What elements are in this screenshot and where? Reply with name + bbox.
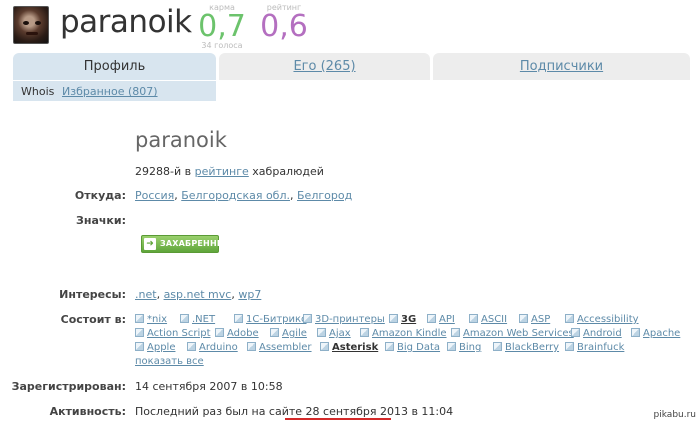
hub-icon <box>317 328 326 337</box>
hub-icon <box>389 314 398 323</box>
karma-metric: карма 0,7 34 голоса <box>198 3 246 50</box>
rank-prefix: 29288-й в <box>135 165 192 178</box>
from-region-link[interactable]: Белгородская обл. <box>181 189 290 202</box>
interest-link[interactable]: wp7 <box>238 288 261 301</box>
activity-date: 28 сентября 2013 в 11:04 <box>305 405 454 418</box>
tab-subscribers[interactable]: Подписчики <box>433 53 690 80</box>
tab-profile[interactable]: Профиль <box>13 53 216 80</box>
highlight-underline <box>285 418 391 420</box>
hub-item[interactable]: Adobe <box>215 327 259 341</box>
hub-icon <box>135 328 144 337</box>
interests-label: Интересы: <box>59 288 126 301</box>
badge-text: ЗАХАБРЕННЫЙ <box>160 239 233 248</box>
hub-icon <box>631 328 640 337</box>
hub-item[interactable]: 3G <box>389 313 416 327</box>
hub-icon <box>360 328 369 337</box>
hub-icon <box>493 342 502 351</box>
hub-icon <box>320 342 329 351</box>
hub-item[interactable]: Apache <box>631 327 680 341</box>
activity-prefix: Последний раз был на сайте <box>135 405 303 418</box>
hub-item[interactable]: .NET <box>180 313 215 327</box>
hub-icon <box>247 342 256 351</box>
hub-item[interactable]: ASCII <box>469 313 507 327</box>
hub-icon <box>135 342 144 351</box>
hub-item[interactable]: Apple <box>135 341 175 355</box>
profile-subtabs: Whois Избранное (807) <box>13 81 216 101</box>
hub-icon <box>565 342 574 351</box>
avatar[interactable] <box>13 6 49 44</box>
from-label: Откуда: <box>74 189 126 202</box>
member-of-label: Состоит в: <box>60 313 126 326</box>
badge-zahabrenny[interactable]: ➜ ЗАХАБРЕННЫЙ <box>141 235 232 253</box>
interest-link[interactable]: asp.net mvc <box>164 288 232 301</box>
hub-item[interactable]: 3D-принтеры <box>303 313 385 327</box>
hub-icon <box>135 314 144 323</box>
tab-his-posts[interactable]: Его (265) <box>219 53 430 80</box>
interest-link[interactable]: .net <box>135 288 157 301</box>
hub-icon <box>180 314 189 323</box>
hub-item[interactable]: Asterisk <box>320 341 378 355</box>
hub-item[interactable]: Big Data <box>385 341 440 355</box>
hub-item[interactable]: Assembler <box>247 341 312 355</box>
hub-icon <box>187 342 196 351</box>
hub-icon <box>447 342 456 351</box>
activity-value: Последний раз был на сайте 28 сентября 2… <box>135 405 453 418</box>
from-city-link[interactable]: Белгород <box>297 189 352 202</box>
hub-icon <box>565 314 574 323</box>
registered-value: 14 сентября 2007 в 10:58 <box>135 380 283 393</box>
hub-item[interactable]: Action Script <box>135 327 211 341</box>
rating-link[interactable]: рейтинге <box>195 165 249 178</box>
rating-value: 0,6 <box>260 9 308 44</box>
hub-icon <box>519 314 528 323</box>
hub-item[interactable]: Amazon Web Services <box>451 327 574 341</box>
hub-item[interactable]: Accessibility <box>565 313 639 327</box>
avatar-eye-right <box>35 21 41 25</box>
profile-tabs: Профиль Его (265) Подписчики <box>13 53 690 81</box>
karma-votes: 34 голоса <box>201 41 243 50</box>
subtab-favorites[interactable]: Избранное (807) <box>62 85 158 98</box>
arrow-right-icon: ➜ <box>144 238 156 250</box>
activity-label: Активность: <box>49 405 126 418</box>
avatar-mouth <box>26 32 38 35</box>
hub-item[interactable]: Android <box>571 327 622 341</box>
hub-icon <box>385 342 394 351</box>
karma-value: 0,7 <box>198 9 246 44</box>
hub-icon <box>451 328 460 337</box>
hub-icon <box>303 314 312 323</box>
hub-item[interactable]: 1С-Битрикс <box>234 313 307 327</box>
registered-label: Зарегистрирован: <box>11 380 126 393</box>
hub-item[interactable]: ASP <box>519 313 550 327</box>
hub-item[interactable]: *nix <box>135 313 167 327</box>
hub-icon <box>469 314 478 323</box>
profile-name: paranoik <box>135 128 227 152</box>
hub-item[interactable]: API <box>427 313 455 327</box>
hub-icon <box>571 328 580 337</box>
badges-label: Значки: <box>76 214 126 227</box>
hub-item[interactable]: Agile <box>270 327 307 341</box>
interests-value: .net, asp.net mvc, wp7 <box>135 288 262 301</box>
subtab-whois[interactable]: Whois <box>21 85 54 98</box>
rank-line: 29288-й в рейтинге хабралюдей <box>135 165 324 178</box>
hub-icon <box>234 314 243 323</box>
rating-metric: рейтинг 0,6 <box>258 3 310 42</box>
hub-item[interactable]: Brainfuck <box>565 341 624 355</box>
hub-icon <box>427 314 436 323</box>
avatar-eye-left <box>23 21 29 25</box>
hub-item[interactable]: Bing <box>447 341 481 355</box>
show-all-hubs-link[interactable]: показать все <box>135 355 204 369</box>
watermark: pikabu.ru <box>653 410 696 420</box>
hub-icon <box>270 328 279 337</box>
from-country-link[interactable]: Россия <box>135 189 174 202</box>
rank-suffix: хабралюдей <box>252 165 324 178</box>
hub-item[interactable]: Arduino <box>187 341 238 355</box>
from-value: Россия, Белгородская обл., Белгород <box>135 189 353 202</box>
hub-item[interactable]: Amazon Kindle <box>360 327 447 341</box>
page-username: paranoik <box>60 4 192 40</box>
hub-item[interactable]: BlackBerry <box>493 341 559 355</box>
hub-icon <box>215 328 224 337</box>
hub-item[interactable]: Ajax <box>317 327 351 341</box>
